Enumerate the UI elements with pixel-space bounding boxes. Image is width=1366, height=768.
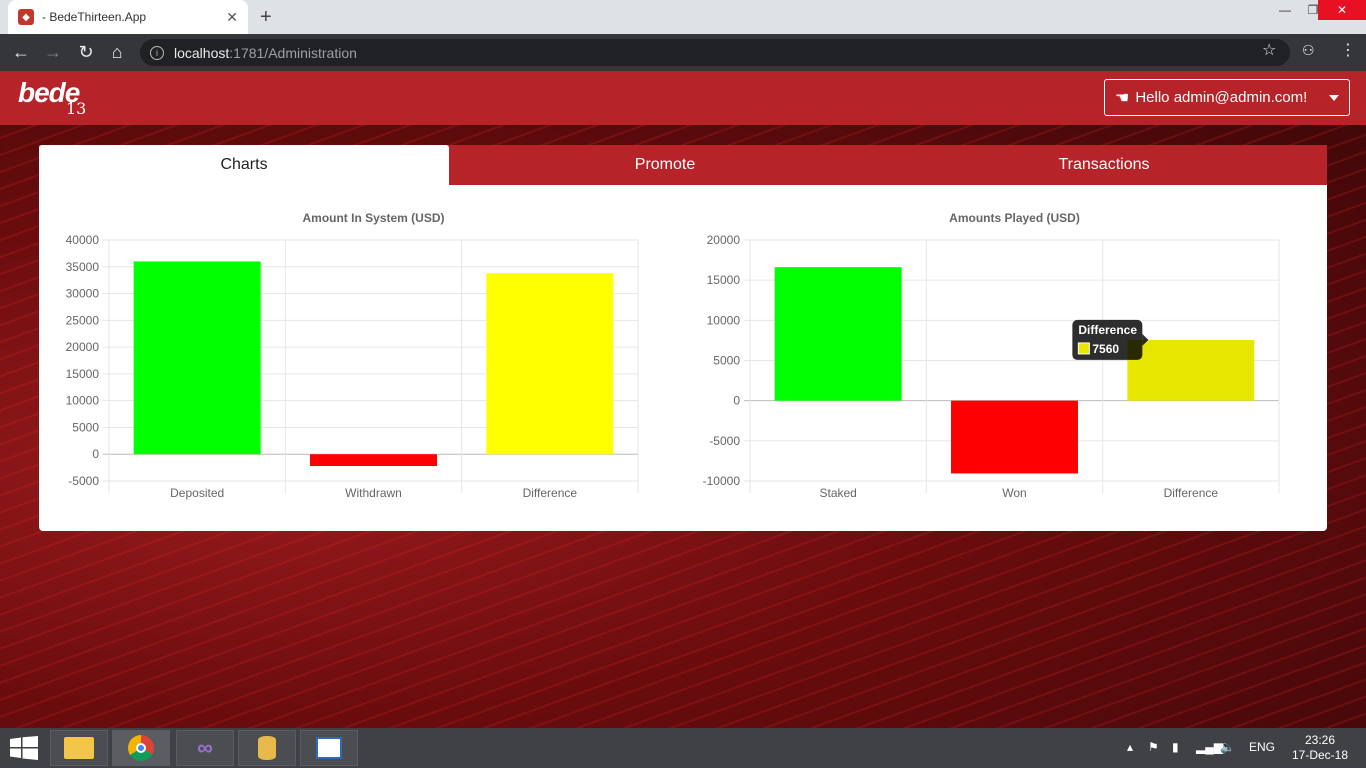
tooltip-title: Difference [1078,323,1137,337]
visual-studio-icon: ∞ [197,735,213,760]
x-tick-label: Withdrawn [345,486,402,500]
site-info-icon[interactable]: i [150,45,164,60]
signal-icon[interactable]: ▂▄▆ [1196,740,1223,754]
brand-logo-number: 13 [66,99,87,118]
volume-icon[interactable]: 🔈 [1220,740,1235,754]
bar-difference[interactable] [486,273,614,455]
x-tick-label: Difference [1164,486,1219,500]
y-tick-label: 10000 [707,313,741,327]
document-icon [316,737,342,759]
bar-won[interactable] [951,400,1078,474]
admin-tabs: Charts Promote Transactions [39,145,1327,185]
y-tick-label: -10000 [703,474,741,488]
y-tick-label: 40000 [66,233,100,247]
chart-amount-in-system-svg: Amount In System (USD) 40000 35000 30000 250… [66,211,639,500]
browser-tabstrip: ◆ - BedeThirteen.App ✕ + — ❐ ✕ [0,0,1366,34]
y-tick-label: 5000 [72,420,99,434]
app-header: bede 13 ☚ Hello admin@admin.com! [0,71,1366,125]
system-clock[interactable]: 23:26 17-Dec-18 [1290,733,1350,763]
app-background: bede 13 ☚ Hello admin@admin.com! Charts … [0,71,1366,728]
y-tick-label: 30000 [66,287,100,301]
battery-icon[interactable]: ▮ [1172,740,1179,754]
back-icon[interactable]: ← [10,42,32,63]
y-tick-label: 35000 [66,260,100,274]
chart-title: Amount In System (USD) [302,211,444,225]
taskbar-visual-studio[interactable]: ∞ [176,730,234,766]
home-icon[interactable]: ⌂ [106,42,128,63]
chart-title: Amounts Played (USD) [949,211,1080,225]
x-tick-label: Difference [523,486,578,500]
windows-start-icon[interactable] [10,736,38,760]
bar-withdrawn[interactable] [310,454,437,467]
url-path: :1781/Administration [229,44,357,61]
chart-amounts-played: Amounts Played (USD) 20000 15000 10000 5000 0… [694,185,1304,531]
y-tick-label: 15000 [707,273,741,287]
user-menu-button[interactable]: ☚ Hello admin@admin.com! [1104,79,1350,116]
reload-icon[interactable]: ↻ [75,42,97,63]
y-tick-label: 5000 [713,354,740,368]
chart-tooltip: Difference 7560 [1072,319,1149,360]
taskbar-chrome[interactable] [112,730,170,766]
x-tick-label: Staked [819,486,856,500]
flag-icon[interactable]: ⚑ [1148,740,1159,754]
x-tick-label: Won [1002,486,1026,500]
browser-tab-title: - BedeThirteen.App [42,10,147,24]
y-tick-label: 20000 [66,340,100,354]
clock-time: 23:26 [1304,733,1336,747]
user-greeting: Hello admin@admin.com! [1135,89,1308,106]
y-tick-label: -5000 [709,434,740,448]
bar-deposited[interactable] [133,261,261,455]
browser-tab[interactable]: ◆ - BedeThirteen.App ✕ [8,0,248,34]
tab-transactions[interactable]: Transactions [881,145,1327,185]
hand-icon: ☚ [1115,89,1130,107]
forward-icon[interactable]: → [42,42,64,63]
language-indicator[interactable]: ENG [1249,740,1275,754]
charts-panel: Amount In System (USD) 40000 35000 30000 250… [39,185,1327,531]
browser-toolbar: ← → ↻ ⌂ i localhost:1781/Administration [0,34,1366,71]
database-icon [258,736,276,760]
tooltip-swatch [1077,342,1090,355]
url-host: localhost [174,44,230,61]
y-tick-label: 10000 [66,394,100,408]
bookmark-star-icon[interactable]: ☆ [1262,40,1276,60]
window-close-icon[interactable]: ✕ [1318,0,1366,20]
y-tick-label: 0 [733,394,740,408]
taskbar-file-explorer[interactable] [50,730,108,766]
y-tick-label: 0 [92,447,99,461]
chart-amount-in-system: Amount In System (USD) 40000 35000 30000 250… [53,185,663,531]
tab-charts[interactable]: Charts [39,145,449,185]
new-tab-icon[interactable]: + [260,6,272,29]
tooltip-value: 7560 [1092,342,1119,356]
chevron-down-icon [1329,94,1339,101]
tab-promote[interactable]: Promote [449,145,881,185]
folder-icon [64,737,94,759]
bar-staked[interactable] [774,267,902,401]
incognito-icon[interactable]: ⚇ [1302,42,1315,59]
y-tick-label: 15000 [66,367,100,381]
bar-difference[interactable] [1127,339,1255,401]
x-tick-label: Deposited [170,486,224,500]
tray-chevron-icon[interactable]: ▴ [1127,740,1133,754]
address-bar[interactable]: i localhost:1781/Administration [140,39,1290,66]
taskbar-notepad[interactable] [300,730,358,766]
taskbar-sql-tool[interactable] [238,730,296,766]
y-tick-label: 25000 [66,313,100,327]
close-tab-icon[interactable]: ✕ [226,9,238,26]
y-tick-label: -5000 [68,474,99,488]
favicon-icon: ◆ [18,9,34,25]
chart-amounts-played-svg: Amounts Played (USD) 20000 15000 10000 5000 0… [703,211,1280,500]
y-tick-label: 20000 [707,233,741,247]
chrome-icon [128,735,154,761]
taskbar: ∞ ▴ ⚑ ▮ ▂▄▆ 🔈 ENG 23:26 17-Dec-18 [0,728,1366,768]
browser-menu-icon[interactable]: ⋮ [1340,40,1356,60]
clock-date: 17-Dec-18 [1291,748,1349,762]
